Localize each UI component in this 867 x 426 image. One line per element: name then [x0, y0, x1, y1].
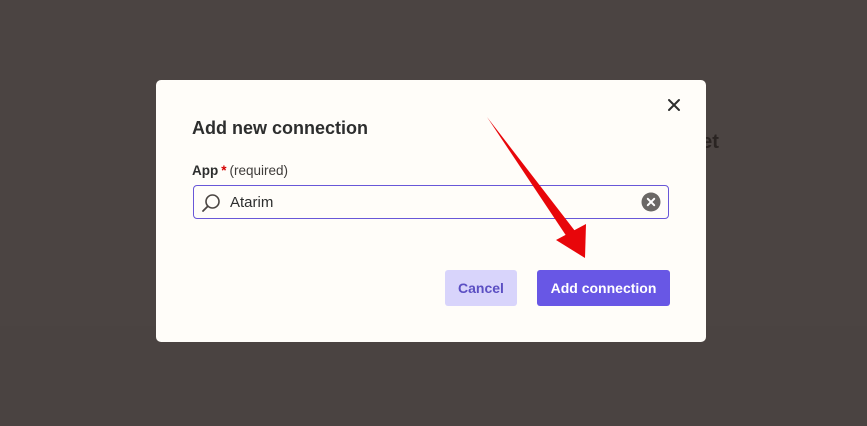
app-search-input[interactable]: Atarim: [193, 185, 669, 219]
app-field-label: App * (required): [192, 163, 288, 178]
close-button[interactable]: [663, 94, 685, 116]
cancel-button[interactable]: Cancel: [445, 270, 517, 306]
close-icon: [668, 99, 680, 111]
app-label-text: App: [192, 163, 219, 178]
clear-icon[interactable]: [641, 192, 661, 212]
dialog-title: Add new connection: [192, 118, 369, 138]
add-connection-dialog: Add new connection App * (required) Atarim…: [156, 80, 706, 342]
add-connection-button[interactable]: Add connection: [537, 270, 670, 306]
required-asterisk: *: [221, 163, 227, 178]
search-icon: [202, 194, 220, 212]
search-input-value[interactable]: Atarim: [230, 194, 273, 211]
required-hint: (required): [229, 163, 289, 178]
